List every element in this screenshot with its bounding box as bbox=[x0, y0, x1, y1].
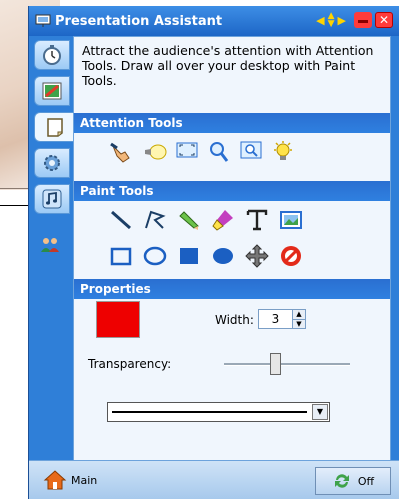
prev-arrow-icon[interactable]: ◀ bbox=[316, 15, 324, 26]
title-bar[interactable]: Presentation Assistant ◀ ▲ ▼ ▶ ✕ bbox=[29, 6, 399, 36]
move-icon[interactable] bbox=[244, 243, 270, 269]
home-icon bbox=[43, 470, 67, 490]
zoom-icon[interactable] bbox=[240, 139, 262, 161]
text-icon[interactable] bbox=[244, 207, 270, 233]
width-label: Width: bbox=[215, 313, 254, 327]
window-title: Presentation Assistant bbox=[55, 13, 223, 29]
music-note-icon bbox=[42, 189, 62, 209]
highlighter-icon[interactable] bbox=[210, 207, 236, 233]
width-stepper[interactable]: 3 ▲ ▼ bbox=[258, 309, 306, 329]
off-label: Off bbox=[357, 474, 375, 488]
main-button[interactable]: Main bbox=[43, 469, 97, 491]
filled-ellipse-icon[interactable] bbox=[210, 243, 236, 269]
up-down-arrows-icon[interactable]: ▲ ▼ bbox=[328, 12, 335, 29]
polyline-icon[interactable] bbox=[142, 207, 168, 233]
transparency-label: Transparency: bbox=[88, 357, 172, 371]
paint-tools-row-1 bbox=[108, 207, 304, 233]
gear-icon bbox=[44, 155, 60, 171]
next-arrow-icon[interactable]: ▶ bbox=[338, 15, 346, 26]
stopwatch-icon bbox=[43, 45, 61, 65]
title-controls: ◀ ▲ ▼ ▶ ✕ bbox=[316, 12, 393, 29]
main-label: Main bbox=[71, 473, 98, 487]
line-style-select[interactable]: ▼ bbox=[107, 402, 330, 422]
attention-tools-row bbox=[108, 139, 296, 165]
light-bulb-icon[interactable] bbox=[270, 139, 296, 165]
sidebar-tab-settings[interactable] bbox=[34, 148, 70, 178]
line-style-sample bbox=[112, 411, 307, 413]
sidebar bbox=[29, 36, 74, 499]
sidebar-tab-paint[interactable] bbox=[34, 76, 70, 106]
color-swatch[interactable] bbox=[96, 301, 140, 338]
pointing-hand-icon[interactable] bbox=[108, 139, 134, 165]
transparency-slider-thumb[interactable] bbox=[270, 353, 281, 375]
spotlight-icon[interactable] bbox=[142, 139, 168, 165]
intro-text: Attract the audience's attention with At… bbox=[82, 43, 374, 88]
attention-tools-heading: Attention Tools bbox=[74, 113, 390, 133]
erase-all-icon[interactable] bbox=[278, 243, 304, 269]
sidebar-tab-timer[interactable] bbox=[34, 40, 70, 70]
close-button[interactable]: ✕ bbox=[375, 12, 393, 28]
rectangle-outline-icon[interactable] bbox=[108, 243, 134, 269]
line-icon[interactable] bbox=[108, 207, 134, 233]
ellipse-outline-icon[interactable] bbox=[142, 243, 168, 269]
main-panel: Attract the audience's attention with At… bbox=[73, 36, 391, 461]
image-icon[interactable] bbox=[278, 207, 304, 233]
paint-tools-heading: Paint Tools bbox=[74, 181, 390, 201]
notebook-icon bbox=[46, 118, 63, 137]
width-value[interactable]: 3 bbox=[259, 310, 292, 328]
width-down-arrow-icon[interactable]: ▼ bbox=[293, 319, 305, 328]
minimize-button[interactable] bbox=[354, 12, 372, 28]
dropdown-arrow-icon[interactable]: ▼ bbox=[312, 404, 328, 420]
width-up-arrow-icon[interactable]: ▲ bbox=[293, 310, 305, 320]
transparency-slider-track[interactable] bbox=[224, 363, 350, 366]
frame-icon[interactable] bbox=[176, 139, 198, 161]
magnifier-icon[interactable] bbox=[206, 139, 232, 165]
pencil-icon[interactable] bbox=[176, 207, 202, 233]
sidebar-tab-music[interactable] bbox=[34, 184, 70, 214]
refresh-icon bbox=[334, 474, 349, 488]
presentation-assistant-window: Presentation Assistant ◀ ▲ ▼ ▶ ✕ Attract… bbox=[28, 6, 399, 499]
paint-tools-row-2 bbox=[108, 243, 304, 269]
users-icon bbox=[41, 238, 59, 252]
width-spin-buttons[interactable]: ▲ ▼ bbox=[292, 310, 305, 328]
sidebar-tab-users[interactable] bbox=[39, 236, 61, 257]
sidebar-tab-notes[interactable] bbox=[34, 112, 74, 142]
paint-palette-icon bbox=[42, 82, 62, 100]
presentation-screen-icon bbox=[35, 14, 51, 27]
bottom-bar: Main Off bbox=[29, 460, 399, 499]
off-button[interactable]: Off bbox=[315, 467, 391, 495]
filled-rectangle-icon[interactable] bbox=[176, 243, 202, 269]
properties-heading: Properties bbox=[74, 279, 390, 299]
